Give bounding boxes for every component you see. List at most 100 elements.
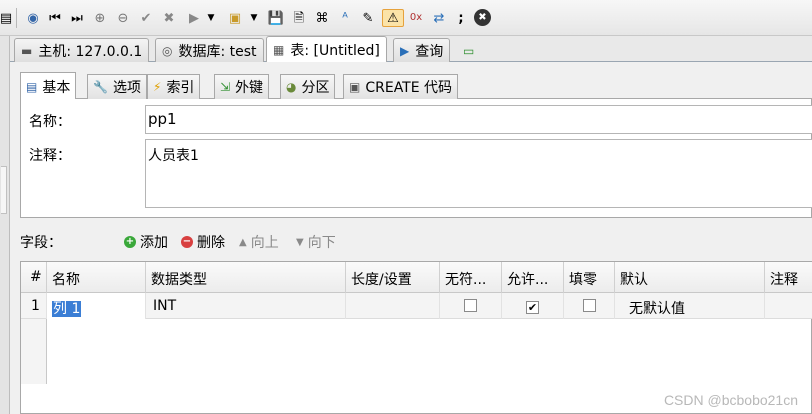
last-icon[interactable]: ⏭ xyxy=(68,9,86,27)
save-icon[interactable]: 💾 xyxy=(267,9,285,27)
first-icon[interactable]: ⏮ xyxy=(46,9,64,27)
check-icon[interactable]: ✔ xyxy=(137,9,155,27)
basic-icon: ▤ xyxy=(26,79,38,94)
watermark: CSDN @bcbobo21cn xyxy=(663,392,798,408)
table-comment-field[interactable]: 人员表1 xyxy=(145,139,812,208)
semicolon-icon[interactable]: ; xyxy=(452,9,470,27)
foreign-key-icon: ⇲ xyxy=(220,80,231,94)
help-icon[interactable]: ◉ xyxy=(24,9,42,27)
col-header-zerofill[interactable]: 填零 xyxy=(564,262,615,293)
database-icon: ◎ xyxy=(162,44,173,58)
table-icon: ▦ xyxy=(273,43,285,57)
add-field-button[interactable]: + 添加 xyxy=(124,232,168,252)
query-icon: ▶ xyxy=(400,44,410,58)
table-editor: ▤ 基本 🔧 选项 ⚡ 索引 ⇲ 外键 ◕ 分区 ▣ CREATE 代码 名称：… xyxy=(10,62,812,414)
tab-create-code-label: CREATE 代码 xyxy=(365,80,453,96)
field-name-cell[interactable]: 列 1 xyxy=(47,293,146,319)
add-icon: + xyxy=(124,236,136,248)
comment-label: 注释： xyxy=(29,148,71,164)
tab-table[interactable]: ▦ 表: [Untitled] xyxy=(266,36,387,63)
move-up-button[interactable]: ▲ 向上 xyxy=(239,232,279,252)
fields-toolbar: 字段： + 添加 − 删除 ▲ 向上 ▼ 向下 xyxy=(20,232,812,254)
zerofill-cell[interactable] xyxy=(564,293,615,319)
tab-table-label: 表: [Untitled] xyxy=(290,43,380,59)
remove-icon[interactable]: ⊖ xyxy=(114,9,132,27)
tab-basic[interactable]: ▤ 基本 xyxy=(20,72,77,100)
outer-tab-bar: ▬ 主机: 127.0.0.1 ◎ 数据库: test ▦ 表: [Untitl… xyxy=(10,36,812,63)
unsigned-cell[interactable] xyxy=(440,293,502,319)
dialog-icon[interactable]: ▣ xyxy=(226,9,244,27)
save-as-icon[interactable]: 🗎 xyxy=(290,9,308,27)
fields-label: 字段： xyxy=(20,235,62,251)
new-tab-icon: ▭ xyxy=(463,43,475,58)
tab-query[interactable]: ▶ 查询 xyxy=(393,38,451,63)
play-dropdown-icon[interactable]: ▼ xyxy=(205,9,217,27)
table-icon[interactable]: ▤ xyxy=(0,9,12,27)
col-header-num[interactable]: # xyxy=(21,262,47,293)
field-length-cell[interactable] xyxy=(346,293,440,319)
move-down-label: 向下 xyxy=(307,235,336,251)
wrench-icon: 🔧 xyxy=(93,80,108,94)
row-number: 1 xyxy=(21,293,47,319)
transfer-icon[interactable]: ⇄ xyxy=(430,9,448,27)
tab-indexes[interactable]: ⚡ 索引 xyxy=(147,74,201,99)
col-header-comment[interactable]: 注释 xyxy=(765,262,812,293)
tab-database[interactable]: ◎ 数据库: test xyxy=(155,38,264,63)
edit-icon[interactable]: ✎ xyxy=(359,9,377,27)
col-header-default[interactable]: 默认 xyxy=(615,262,765,293)
tab-database-label: 数据库: test xyxy=(178,44,257,60)
delete-field-label: 删除 xyxy=(197,235,225,251)
col-header-length[interactable]: 长度/设置 xyxy=(346,262,440,293)
move-down-button[interactable]: ▼ 向下 xyxy=(296,232,336,252)
comment-cell[interactable] xyxy=(765,293,812,319)
basic-info-panel: 名称： pp1 注释： 人员表1 xyxy=(20,99,812,218)
table-name-field[interactable]: pp1 xyxy=(145,105,812,134)
tab-host[interactable]: ▬ 主机: 127.0.0.1 xyxy=(14,38,150,63)
tab-basic-label: 基本 xyxy=(42,79,71,96)
table-row[interactable]: 1 列 1 INT ✔ 无默认值 xyxy=(21,293,812,319)
warning-icon[interactable]: ⚠ xyxy=(382,9,404,27)
stop-icon[interactable]: ✖ xyxy=(474,9,491,26)
unsigned-checkbox[interactable] xyxy=(464,299,477,312)
tab-new[interactable]: ▭ xyxy=(457,38,480,63)
col-header-nullable[interactable]: 允许... xyxy=(502,262,564,293)
tab-foreign-keys[interactable]: ⇲ 外键 xyxy=(214,74,270,99)
add-icon[interactable]: ⊕ xyxy=(91,9,109,27)
binoculars-icon[interactable]: ⌘ xyxy=(313,9,331,27)
sidebar-splitter[interactable] xyxy=(1,166,7,214)
tab-options[interactable]: 🔧 选项 xyxy=(87,74,147,99)
hex-icon[interactable]: 0x xyxy=(407,9,425,27)
inner-tab-bar: ▤ 基本 🔧 选项 ⚡ 索引 ⇲ 外键 ◕ 分区 ▣ CREATE 代码 xyxy=(20,72,812,100)
play-icon[interactable]: ▶ xyxy=(185,9,203,27)
tab-foreign-keys-label: 外键 xyxy=(235,80,264,96)
tab-query-label: 查询 xyxy=(415,44,444,60)
tab-create-code[interactable]: ▣ CREATE 代码 xyxy=(343,74,459,99)
name-label: 名称： xyxy=(29,114,71,130)
tab-options-label: 选项 xyxy=(112,80,141,96)
arrow-down-icon: ▼ xyxy=(296,236,304,248)
nullable-cell[interactable]: ✔ xyxy=(502,293,564,319)
col-header-name[interactable]: 名称 xyxy=(47,262,146,293)
cancel-icon[interactable]: ✖ xyxy=(160,9,178,27)
host-icon: ▬ xyxy=(21,44,33,58)
dialog-dropdown-icon[interactable]: ▼ xyxy=(248,9,260,27)
col-header-unsigned[interactable]: 无符... xyxy=(440,262,502,293)
left-sidebar xyxy=(0,36,10,414)
tab-partitions[interactable]: ◕ 分区 xyxy=(280,74,336,99)
partition-icon: ◕ xyxy=(286,80,297,94)
default-cell[interactable]: 无默认值 xyxy=(615,293,765,319)
field-name-value: 列 1 xyxy=(52,301,82,317)
delete-icon: − xyxy=(181,236,193,248)
col-header-type[interactable]: 数据类型 xyxy=(146,262,346,293)
add-field-label: 添加 xyxy=(140,235,168,251)
nullable-checkbox[interactable]: ✔ xyxy=(526,301,539,314)
zerofill-checkbox[interactable] xyxy=(582,299,596,312)
font-icon[interactable]: ᴬ xyxy=(336,9,354,27)
delete-field-button[interactable]: − 删除 xyxy=(181,232,225,252)
lightning-icon: ⚡ xyxy=(153,80,162,94)
main-toolbar: ▤ ◉ ⏮ ⏭ ⊕ ⊖ ✔ ✖ ▶ ▼ ▣ ▼ 💾 🗎 ⌘ ᴬ ✎ ⚠ 0x ⇄… xyxy=(0,0,812,36)
field-type-cell[interactable]: INT xyxy=(146,293,346,319)
tab-indexes-label: 索引 xyxy=(166,80,195,96)
arrow-up-icon: ▲ xyxy=(239,236,247,248)
tab-partitions-label: 分区 xyxy=(301,80,330,96)
